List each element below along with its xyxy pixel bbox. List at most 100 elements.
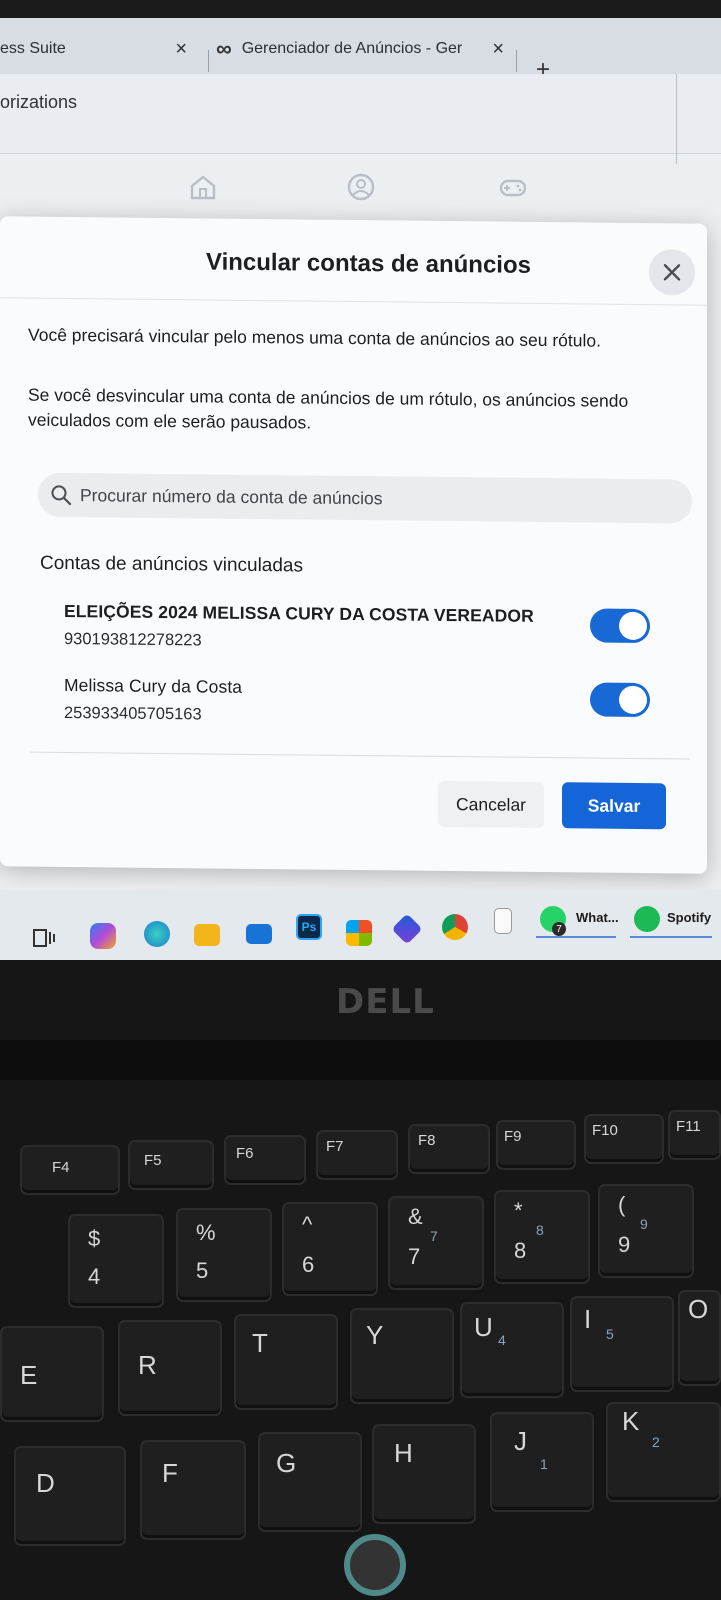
active-app-indicator bbox=[536, 936, 616, 938]
key-label: H bbox=[394, 1438, 413, 1468]
save-button[interactable]: Salvar bbox=[562, 782, 666, 830]
key-h[interactable]: H bbox=[372, 1424, 476, 1524]
key-f[interactable]: F bbox=[140, 1440, 246, 1540]
key-f11[interactable]: F11 bbox=[668, 1110, 721, 1160]
key-label: F5 bbox=[144, 1152, 162, 1169]
key-d[interactable]: D bbox=[14, 1446, 126, 1546]
key-label: G bbox=[276, 1448, 297, 1478]
linked-account-row: ELEIÇÕES 2024 MELISSA CURY DA COSTA VERE… bbox=[64, 601, 664, 655]
key-numpad-label: 4 bbox=[498, 1332, 506, 1348]
key-6[interactable]: ^ 6 bbox=[282, 1202, 378, 1296]
key-f9[interactable]: F9 bbox=[496, 1120, 576, 1170]
key-t[interactable]: T bbox=[234, 1314, 338, 1410]
account-name: ELEIÇÕES 2024 MELISSA CURY DA COSTA VERE… bbox=[64, 600, 534, 626]
key-label: 7 bbox=[408, 1244, 421, 1269]
key-o[interactable]: O bbox=[678, 1290, 721, 1386]
account-id: 930193812278223 bbox=[64, 629, 202, 650]
laptop-body: DELL F4 F5 F6 F7 F8 F9 F10 F11 $ 4 % 5 ^… bbox=[0, 960, 721, 1600]
cancel-button[interactable]: Cancelar bbox=[438, 780, 544, 828]
toggle-knob bbox=[619, 685, 647, 715]
key-4[interactable]: $ 4 bbox=[68, 1214, 164, 1308]
file-explorer-icon[interactable] bbox=[194, 924, 220, 946]
tab-business-suite[interactable]: ess Suite × bbox=[0, 32, 205, 66]
key-shift-label: * bbox=[514, 1198, 523, 1223]
page-breadcrumb: orizations bbox=[0, 92, 78, 112]
linked-accounts-heading: Contas de anúncios vinculadas bbox=[40, 552, 304, 577]
key-k[interactable]: K 2 bbox=[606, 1402, 721, 1502]
key-numpad-label: 2 bbox=[652, 1434, 660, 1450]
key-f7[interactable]: F7 bbox=[316, 1130, 398, 1180]
microsoft-store-icon[interactable] bbox=[346, 920, 372, 946]
spotify-icon[interactable] bbox=[634, 906, 660, 932]
key-shift-label: ^ bbox=[302, 1212, 313, 1237]
search-placeholder: Procurar número da conta de anúncios bbox=[80, 484, 383, 508]
divider bbox=[676, 74, 677, 164]
notepad-icon[interactable] bbox=[494, 908, 512, 934]
whatsapp-label[interactable]: What... bbox=[576, 910, 619, 925]
linked-account-row: Melissa Cury da Costa 253933405705163 bbox=[64, 675, 664, 729]
screen-bezel bbox=[0, 0, 721, 18]
key-numpad-label: 5 bbox=[606, 1326, 614, 1342]
key-label: F6 bbox=[236, 1145, 254, 1162]
key-f10[interactable]: F10 bbox=[584, 1114, 664, 1164]
trackpoint[interactable] bbox=[344, 1534, 406, 1596]
key-f8[interactable]: F8 bbox=[408, 1124, 490, 1174]
close-button[interactable] bbox=[649, 249, 695, 296]
key-9[interactable]: ( 9 9 bbox=[598, 1184, 694, 1278]
key-f5[interactable]: F5 bbox=[128, 1140, 214, 1190]
account-link-toggle[interactable] bbox=[590, 608, 650, 644]
tab-ads-manager[interactable]: ∞ Gerenciador de Anúncios - Ger × bbox=[216, 32, 516, 66]
key-8[interactable]: * 8 8 bbox=[494, 1190, 590, 1284]
edge-icon[interactable] bbox=[144, 921, 170, 947]
key-label: O bbox=[688, 1294, 709, 1324]
key-r[interactable]: R bbox=[118, 1320, 222, 1416]
key-e[interactable]: E bbox=[0, 1326, 104, 1422]
divider bbox=[30, 751, 690, 760]
key-label: F8 bbox=[418, 1132, 436, 1149]
task-view-icon[interactable] bbox=[32, 926, 56, 950]
toggle-knob bbox=[619, 611, 647, 641]
key-f6[interactable]: F6 bbox=[224, 1135, 306, 1185]
copilot-icon[interactable] bbox=[90, 923, 116, 949]
mail-icon[interactable] bbox=[246, 924, 272, 944]
link-ad-accounts-dialog: Vincular contas de anúncios Você precisa… bbox=[0, 216, 707, 874]
laptop-screen: ess Suite × ∞ Gerenciador de Anúncios - … bbox=[0, 0, 721, 960]
tab-close-icon[interactable]: × bbox=[492, 38, 504, 61]
search-icon bbox=[51, 485, 72, 506]
key-i[interactable]: I 5 bbox=[570, 1296, 674, 1392]
tab-separator bbox=[516, 50, 517, 72]
key-label: F11 bbox=[676, 1118, 701, 1135]
key-j[interactable]: J 1 bbox=[490, 1412, 594, 1512]
photoshop-label: Ps bbox=[301, 920, 317, 934]
account-name: Melissa Cury da Costa bbox=[64, 674, 243, 697]
key-7[interactable]: & 7 7 bbox=[388, 1196, 484, 1290]
key-5[interactable]: % 5 bbox=[176, 1208, 272, 1302]
account-search-input[interactable]: Procurar número da conta de anúncios bbox=[38, 472, 692, 524]
key-f4[interactable]: F4 bbox=[20, 1145, 120, 1195]
key-label: Y bbox=[366, 1320, 384, 1350]
dialog-intro-text: Você precisará vincular pelo menos uma c… bbox=[28, 324, 601, 351]
key-label: 5 bbox=[196, 1258, 209, 1283]
key-label: F bbox=[162, 1458, 178, 1488]
dell-logo: DELL bbox=[336, 982, 435, 1022]
account-link-toggle[interactable] bbox=[590, 682, 650, 718]
profile-icon bbox=[347, 173, 375, 201]
tab-title: ess Suite bbox=[0, 40, 66, 57]
key-numpad-label: 9 bbox=[640, 1216, 648, 1232]
app-icon[interactable] bbox=[391, 913, 423, 945]
key-label: F7 bbox=[326, 1138, 344, 1155]
key-label: F4 bbox=[52, 1159, 70, 1176]
key-u[interactable]: U 4 bbox=[460, 1302, 564, 1398]
page-header: orizations bbox=[0, 74, 721, 164]
key-label: I bbox=[584, 1304, 592, 1334]
chrome-icon[interactable] bbox=[442, 914, 468, 940]
tab-close-icon[interactable]: × bbox=[175, 38, 187, 61]
photoshop-icon[interactable]: Ps bbox=[296, 914, 322, 940]
key-label: K bbox=[622, 1406, 640, 1436]
notification-badge: 7 bbox=[552, 922, 566, 936]
spotify-label[interactable]: Spotify bbox=[667, 910, 711, 925]
key-label: 8 bbox=[514, 1238, 527, 1263]
key-g[interactable]: G bbox=[258, 1432, 362, 1532]
dialog-warning-text: Se você desvincular uma conta de anúncio… bbox=[28, 384, 629, 433]
key-y[interactable]: Y bbox=[350, 1308, 454, 1404]
